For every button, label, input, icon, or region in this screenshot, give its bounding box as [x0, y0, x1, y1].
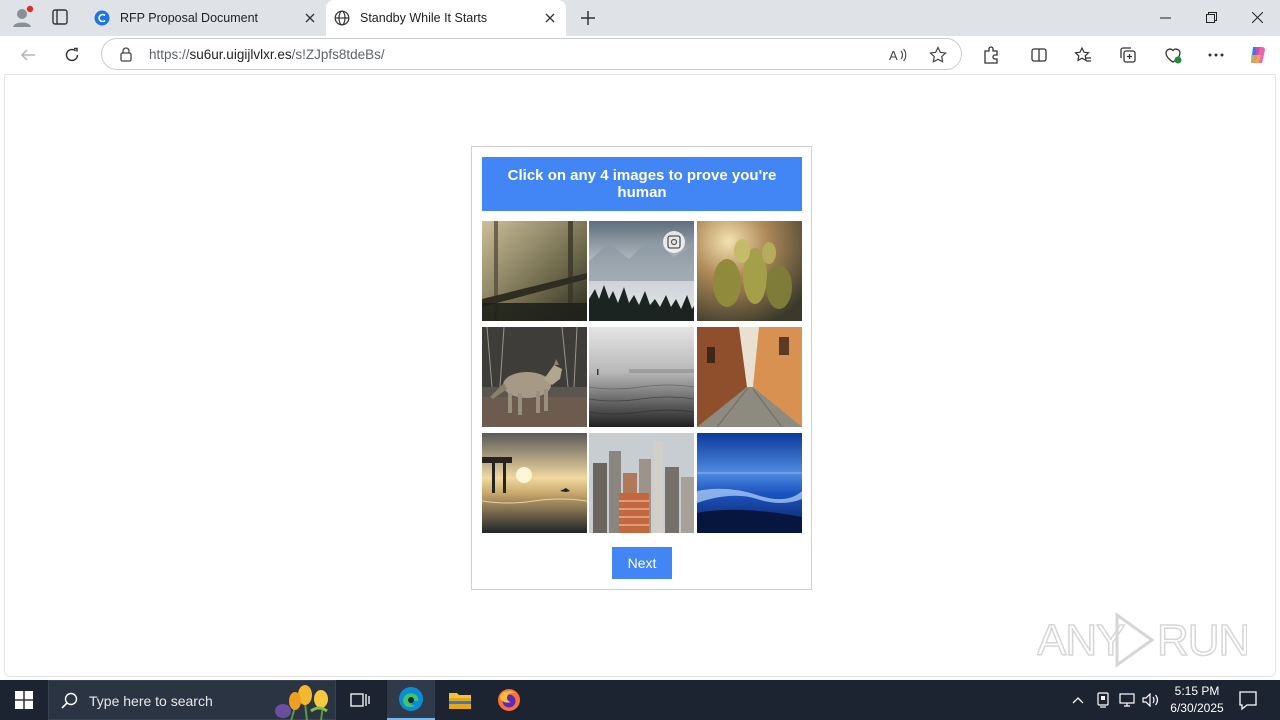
- notification-center-icon[interactable]: [1236, 688, 1260, 712]
- clock-time: 5:15 PM: [1174, 684, 1220, 698]
- favorites-icon[interactable]: [1070, 42, 1096, 68]
- captcha-image-alley[interactable]: [697, 327, 802, 427]
- globe-icon: [334, 10, 350, 26]
- url-scheme: https://: [149, 47, 190, 62]
- tab-actions-icon[interactable]: [50, 7, 70, 27]
- site-info-icon[interactable]: [118, 46, 134, 62]
- device-icon[interactable]: [1093, 690, 1113, 710]
- tab-title: Standby While It Starts: [360, 11, 488, 25]
- captcha-image-coyote[interactable]: [482, 327, 587, 427]
- search-icon: [61, 692, 78, 709]
- svg-text:A: A: [889, 48, 898, 63]
- captcha-image-pier-sunset[interactable]: [482, 433, 587, 533]
- search-highlight-flowers-icon: [275, 685, 328, 720]
- taskbar-search-box[interactable]: Type here to search: [48, 680, 336, 720]
- task-view-icon[interactable]: [336, 680, 384, 720]
- search-placeholder: Type here to search: [89, 693, 213, 709]
- back-icon[interactable]: [14, 41, 42, 69]
- edge-doc-icon: [94, 10, 110, 26]
- svg-text:RUN: RUN: [1157, 616, 1247, 665]
- captcha-image-foggy-forest[interactable]: [482, 221, 587, 321]
- show-hidden-icons[interactable]: [1068, 690, 1088, 710]
- captcha-image-cactus[interactable]: [697, 221, 802, 321]
- tab-title: RFP Proposal Document: [120, 11, 259, 25]
- refresh-icon[interactable]: [58, 41, 86, 69]
- url-path: /s!ZJpfs8tdeBs/: [291, 47, 385, 62]
- edge-taskbar-icon[interactable]: [387, 680, 435, 720]
- close-window-icon[interactable]: [1234, 0, 1280, 34]
- url-text[interactable]: https://su6ur.uigijlvlxr.es/s!ZJpfs8tdeB…: [149, 47, 385, 62]
- next-button[interactable]: Next: [612, 547, 672, 579]
- firefox-icon[interactable]: [485, 680, 533, 720]
- clock-date: 6/30/2025: [1170, 701, 1224, 715]
- browser-toolbar: https://su6ur.uigijlvlxr.es/s!ZJpfs8tdeB…: [0, 36, 1280, 74]
- captcha-instruction: Click on any 4 images to prove you're hu…: [482, 157, 802, 211]
- windows-start-icon[interactable]: [0, 680, 48, 720]
- favorite-star-icon[interactable]: [927, 44, 949, 66]
- captcha-box: Click on any 4 images to prove you're hu…: [471, 146, 812, 590]
- anyrun-watermark: ANY RUN: [1036, 605, 1251, 675]
- restore-icon[interactable]: [1188, 0, 1234, 34]
- address-bar[interactable]: https://su6ur.uigijlvlxr.es/s!ZJpfs8tdeB…: [101, 38, 962, 70]
- file-explorer-icon[interactable]: [436, 680, 484, 720]
- close-icon[interactable]: [298, 6, 322, 30]
- system-clock[interactable]: 5:15 PM 6/30/2025: [1160, 683, 1234, 717]
- new-tab-icon[interactable]: [576, 6, 600, 30]
- tab-rfp-proposal[interactable]: RFP Proposal Document: [86, 0, 326, 36]
- collections-icon[interactable]: [1115, 42, 1141, 68]
- volume-icon[interactable]: [1141, 690, 1161, 710]
- copilot-icon[interactable]: [1245, 42, 1271, 68]
- extensions-icon[interactable]: [978, 42, 1004, 68]
- split-screen-icon[interactable]: [1026, 42, 1052, 68]
- captcha-image-misty-mountains[interactable]: [589, 221, 694, 321]
- captcha-image-city-skyline[interactable]: [589, 433, 694, 533]
- close-icon[interactable]: [538, 6, 562, 30]
- svg-text:ANY: ANY: [1037, 616, 1125, 665]
- tab-standby[interactable]: Standby While It Starts: [326, 0, 566, 36]
- read-aloud-icon[interactable]: A: [887, 44, 909, 66]
- profile-icon[interactable]: [10, 5, 34, 29]
- more-menu-icon[interactable]: [1203, 42, 1229, 68]
- page-viewport: Click on any 4 images to prove you're hu…: [4, 74, 1276, 677]
- browser-essentials-icon[interactable]: [1160, 42, 1186, 68]
- minimize-icon[interactable]: [1142, 0, 1188, 34]
- captcha-image-blue-beach[interactable]: [697, 433, 802, 533]
- taskbar: Type here to search 5:15 PM 6/30/2025: [0, 680, 1280, 720]
- captcha-image-foggy-lake[interactable]: [589, 327, 694, 427]
- tab-strip: RFP Proposal Document Standby While It S…: [0, 0, 1280, 36]
- network-icon[interactable]: [1117, 690, 1137, 710]
- url-host: su6ur.uigijlvlxr.es: [189, 47, 292, 62]
